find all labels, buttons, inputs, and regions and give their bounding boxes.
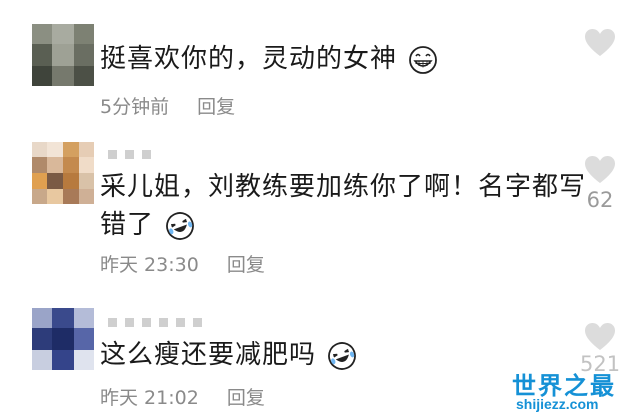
comment-text-line2: 错了 xyxy=(100,210,155,240)
avatar[interactable] xyxy=(32,308,94,370)
avatar[interactable] xyxy=(32,142,94,204)
comment-text: 这么瘦还要减肥吗 xyxy=(100,336,357,374)
comment-time: 5分钟前 xyxy=(100,96,170,118)
site-watermark: 世界之最 shijiezz.com xyxy=(510,366,636,416)
comment-text-line1: 采儿姐，刘教练要加练你了啊！名字都写 xyxy=(100,172,587,202)
grinning-face-icon xyxy=(409,45,438,74)
comment-text-content: 这么瘦还要减肥吗 xyxy=(100,340,317,370)
reply-button[interactable]: 回复 xyxy=(197,96,235,118)
like-heart-icon[interactable] xyxy=(584,155,616,185)
username-placeholder[interactable] xyxy=(108,318,202,327)
comment-meta: 5分钟前 回复 xyxy=(100,92,235,119)
like-count: 62 xyxy=(586,188,614,212)
comment-text: 挺喜欢你的，灵动的女神 xyxy=(100,40,438,78)
rofl-laughing-icon xyxy=(328,341,357,370)
rofl-laughing-icon xyxy=(166,211,195,240)
reply-button[interactable]: 回复 xyxy=(227,387,265,409)
comment-text: 采儿姐，刘教练要加练你了啊！名字都写 错了 xyxy=(100,168,586,244)
comment-text-content: 挺喜欢你的，灵动的女神 xyxy=(100,44,398,74)
like-heart-icon[interactable] xyxy=(584,322,616,352)
comment-time: 昨天 23:30 xyxy=(100,254,199,276)
comment-time: 昨天 21:02 xyxy=(100,387,199,409)
reply-button[interactable]: 回复 xyxy=(227,254,265,276)
comment-meta: 昨天 23:30 回复 xyxy=(100,250,265,277)
comment-meta: 昨天 21:02 回复 xyxy=(100,383,265,410)
avatar[interactable] xyxy=(32,24,94,86)
username-placeholder[interactable] xyxy=(108,150,151,159)
like-heart-icon[interactable] xyxy=(584,28,616,58)
watermark-url: shijiezz.com xyxy=(516,396,599,412)
